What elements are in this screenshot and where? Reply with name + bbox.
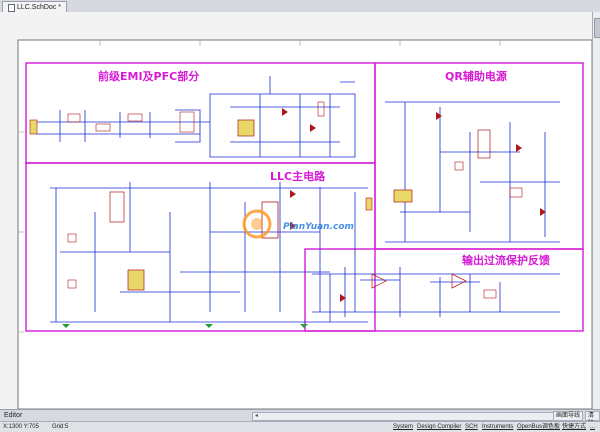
clear-button[interactable]: 清除	[585, 411, 600, 427]
schematic-sheet: 前级EMI及PFC部分 QR辅助电源 LLC主电路 输出过流保护反馈 PianY…	[17, 39, 593, 409]
vertical-scrollbar[interactable]	[592, 12, 600, 409]
caption-overcurrent: 输出过流保护反馈	[462, 253, 550, 267]
status-bar: X:1300 Y:705 Grid:5 System Design Compil…	[0, 421, 600, 432]
pfc-controller-ic	[237, 119, 255, 137]
caption-llc-main: LLC主电路	[270, 169, 326, 183]
horizontal-scrollbar[interactable]: ◂ ▸	[252, 412, 559, 421]
schematic-canvas[interactable]: 前级EMI及PFC部分 QR辅助电源 LLC主电路 输出过流保护反馈 PianY…	[0, 12, 600, 409]
caption-emi-pfc: 前级EMI及PFC部分	[98, 69, 199, 83]
output-connector	[365, 197, 373, 211]
schematic-doc-icon	[8, 3, 15, 12]
wire-button[interactable]: 画面导线	[553, 411, 584, 421]
vertical-scroll-thumb[interactable]	[594, 18, 600, 38]
scroll-left-icon[interactable]: ◂	[253, 413, 260, 420]
qr-controller-ic	[393, 189, 413, 203]
editor-label: Editor	[4, 412, 23, 419]
editor-bar: Editor ◂ ▸ 画面导线 清除	[0, 409, 600, 427]
watermark-brand: PianYuan.com	[283, 222, 354, 232]
llc-controller-ic	[127, 269, 145, 291]
caption-qr-aux: QR辅助电源	[445, 69, 507, 83]
ac-input-connector	[29, 119, 38, 135]
